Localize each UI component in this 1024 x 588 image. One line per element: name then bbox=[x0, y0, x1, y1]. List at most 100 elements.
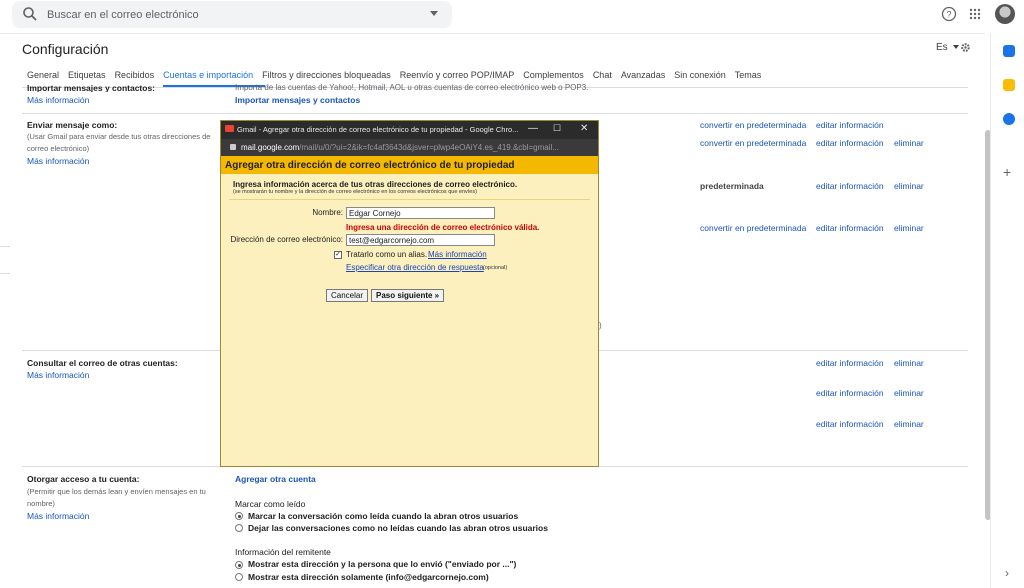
keep-unread-radio[interactable] bbox=[235, 524, 243, 532]
popup-url-bar[interactable]: mail.google.com/mail/u/0/?ui=2&ik=fc4af3… bbox=[221, 139, 598, 156]
url-host: mail.google.com bbox=[241, 143, 300, 152]
tab-filters[interactable]: Filtros y direcciones bloqueadas bbox=[262, 70, 391, 80]
edge-mark bbox=[0, 246, 10, 247]
avatar[interactable] bbox=[995, 4, 1015, 24]
tab-labels[interactable]: Etiquetas bbox=[68, 70, 106, 80]
tab-general[interactable]: General bbox=[27, 70, 59, 80]
email-input[interactable] bbox=[346, 234, 495, 246]
delete-link[interactable]: eliminar bbox=[894, 419, 924, 429]
tab-themes[interactable]: Temas bbox=[735, 70, 762, 80]
minimize-icon[interactable]: — bbox=[528, 123, 538, 134]
show-sent-by-radio[interactable] bbox=[235, 561, 243, 569]
maximize-icon[interactable]: ☐ bbox=[553, 123, 561, 134]
send-as-label: Enviar mensaje como: bbox=[27, 120, 118, 130]
mark-read-title: Marcar como leído bbox=[235, 499, 306, 509]
import-label: Importar mensajes y contactos: bbox=[27, 83, 156, 92]
email-label: Dirección de correo electrónico: bbox=[230, 235, 344, 244]
make-default-link[interactable]: convertir en predeterminada bbox=[700, 223, 806, 233]
edit-info-link[interactable]: editar información bbox=[816, 181, 884, 191]
close-icon[interactable]: ✕ bbox=[580, 123, 588, 134]
optional-label: (opcional) bbox=[483, 265, 508, 271]
make-default-link[interactable]: convertir en predeterminada bbox=[700, 138, 806, 148]
popup-body: Ingresa información acerca de tus otras … bbox=[221, 174, 598, 466]
calendar-icon[interactable] bbox=[1003, 45, 1015, 57]
lock-icon bbox=[230, 144, 236, 150]
popup-window-title: Gmail - Agregar otra dirección de correo… bbox=[237, 125, 519, 134]
section-divider bbox=[22, 113, 968, 114]
top-divider bbox=[0, 33, 985, 34]
edit-info-link[interactable]: editar información bbox=[816, 358, 884, 368]
search-options-icon[interactable] bbox=[430, 11, 438, 16]
delete-link[interactable]: eliminar bbox=[894, 358, 924, 368]
gear-icon[interactable] bbox=[960, 42, 971, 53]
popup-header: Agregar otra dirección de correo electró… bbox=[221, 156, 598, 174]
popup-intro: Ingresa información acerca de tus otras … bbox=[233, 180, 518, 189]
edit-info-link[interactable]: editar información bbox=[816, 419, 884, 429]
help-icon[interactable]: ? bbox=[941, 6, 957, 22]
popup-separator bbox=[229, 199, 590, 200]
tab-addons[interactable]: Complementos bbox=[523, 70, 584, 80]
edit-info-link[interactable]: editar información bbox=[816, 223, 884, 233]
default-label: predeterminada bbox=[700, 181, 764, 191]
edit-info-link[interactable]: editar información bbox=[816, 120, 884, 130]
svg-text:?: ? bbox=[946, 10, 951, 20]
email-error-message: Ingresa una dirección de correo electrón… bbox=[346, 223, 540, 232]
delete-link[interactable]: eliminar bbox=[894, 223, 924, 233]
chevron-right-icon[interactable]: › bbox=[1005, 566, 1009, 580]
import-description: Importa de las cuentas de Yahoo!, Hotmai… bbox=[235, 83, 589, 92]
popup-titlebar[interactable]: Gmail - Agregar otra dirección de correo… bbox=[221, 121, 598, 139]
sender-info-title: Información del remitente bbox=[235, 547, 331, 557]
keep-unread-option[interactable]: Dejar las conversaciones como no leídas … bbox=[248, 523, 548, 533]
url-path: /mail/u/0/?ui=2&ik=fc4af3643d&jsver=plwp… bbox=[299, 143, 559, 152]
alias-checkbox[interactable]: ✓ bbox=[334, 251, 342, 259]
show-address-only-radio[interactable] bbox=[235, 573, 243, 581]
search-bar[interactable]: Buscar en el correo electrónico bbox=[12, 1, 452, 28]
grant-access-description: (Permitir que los demás lean y envíen me… bbox=[27, 487, 206, 508]
alias-more-info-link[interactable]: Más información bbox=[428, 250, 487, 259]
reply-address-link[interactable]: Especificar otra dirección de respuesta bbox=[346, 263, 484, 272]
tab-forwarding[interactable]: Reenvío y correo POP/IMAP bbox=[400, 70, 515, 80]
grant-access-more-info-link[interactable]: Más información bbox=[27, 511, 89, 521]
cancel-button[interactable]: Cancelar bbox=[326, 289, 369, 302]
add-account-link[interactable]: Agregar otra cuenta bbox=[235, 474, 316, 484]
import-more-info-link[interactable]: Más información bbox=[27, 95, 89, 105]
edit-info-link[interactable]: editar información bbox=[816, 138, 884, 148]
search-input[interactable]: Buscar en el correo electrónico bbox=[47, 9, 199, 21]
gmail-icon bbox=[225, 125, 234, 132]
page-title: Configuración bbox=[22, 41, 109, 57]
edit-info-link[interactable]: editar información bbox=[816, 388, 884, 398]
tab-accounts-import[interactable]: Cuentas e importación bbox=[163, 70, 253, 80]
chevron-down-icon[interactable] bbox=[953, 45, 959, 49]
next-step-button[interactable]: Paso siguiente » bbox=[371, 289, 445, 302]
trailing-text-fragment: ) bbox=[599, 321, 602, 330]
language-selector[interactable]: Es bbox=[936, 42, 948, 53]
check-mail-label: Consultar el correo de otras cuentas: bbox=[27, 358, 178, 368]
settings-tabs: General Etiquetas Recibidos Cuentas e im… bbox=[27, 70, 770, 80]
tasks-icon[interactable] bbox=[1003, 113, 1015, 125]
add-addon-icon[interactable]: + bbox=[1003, 164, 1011, 180]
mark-read-option[interactable]: Marcar la conversación como leída cuando… bbox=[248, 511, 518, 521]
tab-inbox[interactable]: Recibidos bbox=[115, 70, 155, 80]
delete-link[interactable]: eliminar bbox=[894, 138, 924, 148]
mark-read-radio[interactable] bbox=[235, 512, 243, 520]
make-default-link[interactable]: convertir en predeterminada bbox=[700, 120, 806, 130]
name-input[interactable] bbox=[346, 207, 495, 219]
grant-access-label: Otorgar acceso a tu cuenta: bbox=[27, 474, 140, 484]
tab-advanced[interactable]: Avanzadas bbox=[621, 70, 665, 80]
delete-link[interactable]: eliminar bbox=[894, 388, 924, 398]
import-messages-link[interactable]: Importar mensajes y contactos bbox=[235, 95, 360, 105]
edge-mark bbox=[0, 273, 10, 274]
check-mail-more-info-link[interactable]: Más información bbox=[27, 370, 89, 380]
tab-offline[interactable]: Sin conexión bbox=[674, 70, 726, 80]
popup-heading: Agregar otra dirección de correo electró… bbox=[225, 160, 515, 171]
delete-link[interactable]: eliminar bbox=[894, 181, 924, 191]
show-address-only-option[interactable]: Mostrar esta dirección solamente (info@e… bbox=[248, 572, 489, 582]
show-sent-by-option[interactable]: Mostrar esta dirección y la persona que … bbox=[248, 559, 516, 569]
tab-chat[interactable]: Chat bbox=[593, 70, 612, 80]
send-as-more-info-link[interactable]: Más información bbox=[27, 156, 89, 166]
add-email-popup-window: Gmail - Agregar otra dirección de correo… bbox=[220, 120, 599, 467]
keep-icon[interactable] bbox=[1003, 79, 1015, 91]
popup-intro-sub: (se mostrarán tu nombre y la dirección d… bbox=[233, 189, 477, 195]
apps-grid-icon[interactable] bbox=[969, 8, 981, 20]
search-icon[interactable] bbox=[22, 6, 38, 22]
